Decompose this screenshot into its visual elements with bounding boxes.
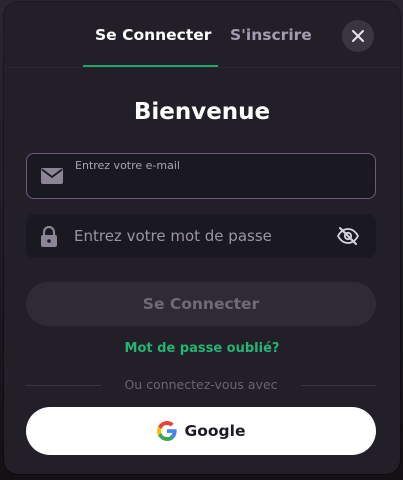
social-divider: Ou connectez-vous avec bbox=[26, 377, 376, 393]
password-visibility-toggle[interactable] bbox=[336, 224, 360, 252]
close-button[interactable] bbox=[342, 20, 374, 52]
google-icon bbox=[156, 421, 177, 441]
auth-tabs: Se Connecter S'inscrire bbox=[4, 2, 400, 68]
login-modal: Se Connecter S'inscrire Bienvenue Entrez… bbox=[4, 2, 400, 474]
google-login-button[interactable]: Google bbox=[26, 407, 376, 455]
tabs-divider bbox=[4, 67, 400, 68]
google-button-label: Google bbox=[184, 422, 246, 440]
login-submit-button[interactable]: Se Connecter bbox=[26, 282, 376, 326]
lock-icon bbox=[40, 225, 58, 252]
email-field[interactable]: Entrez votre e-mail bbox=[26, 153, 376, 199]
tab-login[interactable]: Se Connecter bbox=[95, 26, 211, 44]
password-field[interactable] bbox=[26, 214, 376, 258]
page-title: Bienvenue bbox=[133, 99, 271, 125]
email-input[interactable] bbox=[75, 172, 325, 196]
forgot-password-link[interactable]: Mot de passe oublié? bbox=[4, 341, 400, 356]
close-icon bbox=[352, 30, 364, 42]
mail-icon bbox=[41, 168, 63, 188]
password-input[interactable] bbox=[74, 214, 324, 258]
email-label: Entrez votre e-mail bbox=[75, 159, 180, 172]
divider-line-right bbox=[301, 385, 376, 386]
eye-off-icon bbox=[336, 227, 360, 245]
tab-signup[interactable]: S'inscrire bbox=[230, 26, 312, 44]
